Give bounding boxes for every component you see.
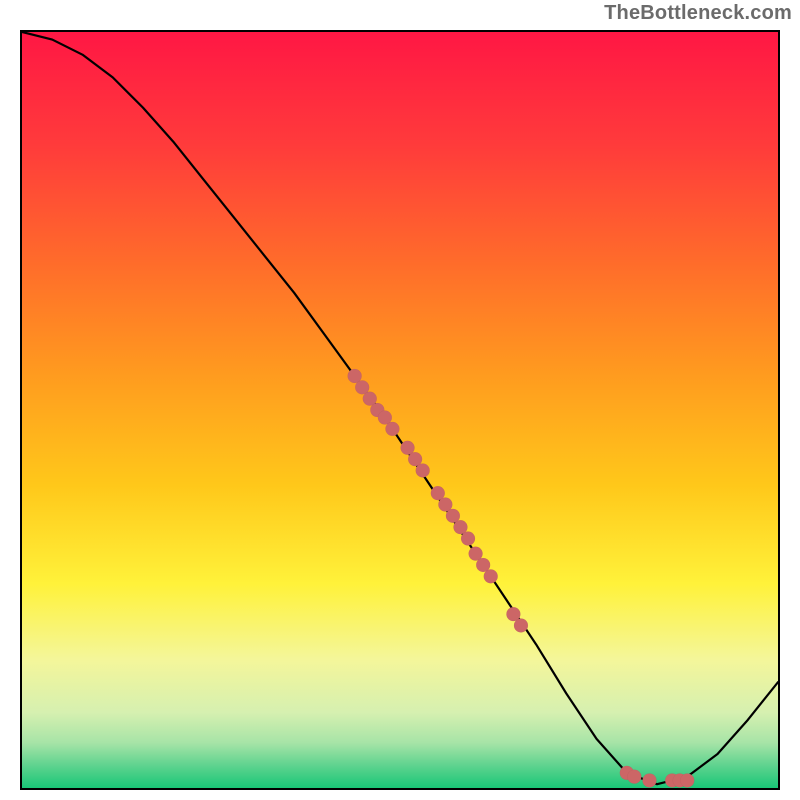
scatter-point [642, 773, 656, 787]
watermark-text: TheBottleneck.com [604, 2, 792, 25]
scatter-point [484, 569, 498, 583]
chart-stage: TheBottleneck.com [0, 0, 800, 800]
scatter-point [385, 422, 399, 436]
scatter-point [461, 532, 475, 546]
plot-frame [20, 30, 780, 790]
scatter-point [514, 618, 528, 632]
background-rect [22, 32, 778, 788]
scatter-point [680, 773, 694, 787]
scatter-point [416, 463, 430, 477]
scatter-point [627, 770, 641, 784]
chart-svg [22, 32, 778, 788]
